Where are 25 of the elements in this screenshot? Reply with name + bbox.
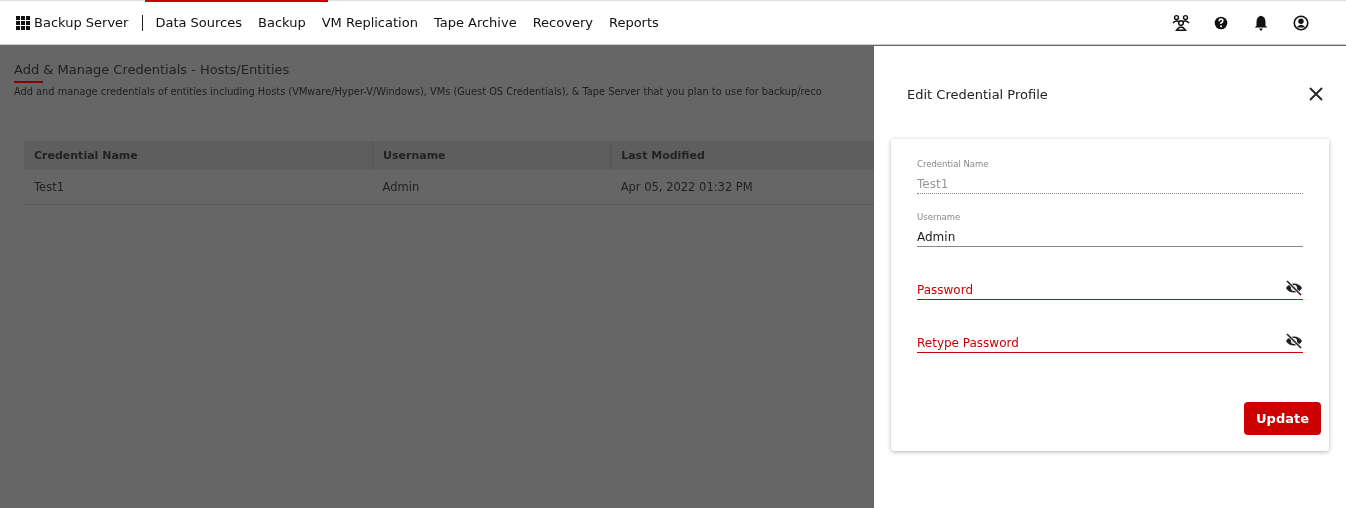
table-cell: Admin — [372, 170, 611, 205]
nav-link[interactable]: Recovery — [524, 15, 601, 30]
update-button[interactable]: Update — [1244, 402, 1321, 435]
table-cell: Test1 — [24, 170, 373, 205]
grid-icon[interactable] — [16, 15, 30, 30]
users-icon[interactable] — [1172, 13, 1190, 32]
nav-link[interactable]: Backup — [250, 15, 314, 30]
nav-link[interactable]: Reports — [600, 15, 667, 30]
password-field[interactable]: Password — [917, 283, 1285, 299]
panel-title: Edit Credential Profile — [907, 86, 1048, 102]
nav-link[interactable]: VM Replication — [313, 15, 426, 30]
brand-name[interactable]: Backup Server — [34, 14, 129, 31]
eye-slash-icon[interactable] — [1285, 280, 1303, 296]
bell-icon[interactable] — [1252, 13, 1270, 32]
username-field[interactable]: Admin — [917, 230, 1303, 246]
page-title: Add & Manage Credentials - Hosts/Entities — [14, 62, 290, 83]
nav-link[interactable]: Data Sources — [147, 15, 251, 30]
field-label: Username — [917, 212, 961, 222]
eye-slash-icon[interactable] — [1285, 333, 1303, 349]
password-field[interactable]: Retype Password — [917, 336, 1285, 352]
account-icon[interactable] — [1292, 13, 1310, 32]
nav-link[interactable]: Tape Archive — [425, 15, 525, 30]
close-button[interactable] — [1308, 86, 1324, 102]
field-label: Credential Name — [917, 159, 989, 169]
page-description: Add and manage credentials of entities including Hosts (VMware/Hyper-V/Windows), VMs (Guest OS Credentials), & Tape Server that you plan to use for backup/reco — [14, 86, 823, 97]
